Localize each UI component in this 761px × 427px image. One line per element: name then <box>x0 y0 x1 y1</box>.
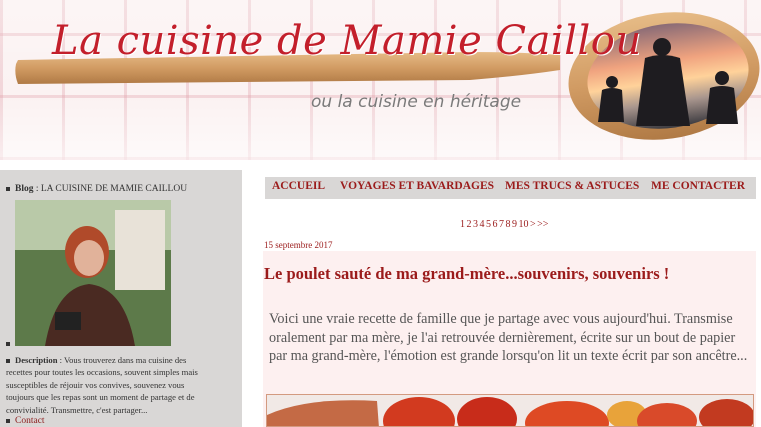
next-page-link[interactable]: > <box>530 219 536 230</box>
sidebar: Blog : LA CUISINE DE MAMIE CAILLOU Descr… <box>0 170 242 427</box>
site-subtitle: ou la cuisine en héritage <box>311 92 522 112</box>
description-label: Description <box>15 355 58 365</box>
nav-item-accueil[interactable]: Accueil <box>272 180 325 192</box>
post-image[interactable] <box>266 394 754 427</box>
contact-link[interactable]: Contact <box>6 416 45 426</box>
author-photo <box>15 200 171 346</box>
bullet-icon <box>6 342 10 346</box>
bullet-icon <box>6 359 10 364</box>
header-banner: La cuisine de Mamie Caillou ou la cuisin… <box>0 0 761 160</box>
author-photo-illustration <box>15 200 171 346</box>
post-date: 15 septembre 2017 <box>264 240 333 250</box>
blog-info: Blog : LA CUISINE DE MAMIE CAILLOU <box>6 184 187 194</box>
page-link-7[interactable]: 7 <box>499 219 504 230</box>
top-navigation: Accueil Voyages et bavardages Mes trucs … <box>265 177 756 199</box>
contact-label[interactable]: Contact <box>15 416 45 426</box>
pagination: 1 2 3 4 5 6 7 8 9 10 > >> <box>460 219 550 230</box>
page-link-1[interactable]: 1 <box>460 219 465 230</box>
bullet-icon <box>6 186 10 191</box>
blog-label: Blog <box>15 184 34 194</box>
last-page-link[interactable]: >> <box>537 219 548 230</box>
nav-item-trucs-astuces[interactable]: Mes trucs & astuces <box>505 180 639 192</box>
page-link-8[interactable]: 8 <box>506 219 511 230</box>
page-link-9[interactable]: 9 <box>512 219 517 230</box>
food-photo-illustration <box>267 395 753 426</box>
page-link-5[interactable]: 5 <box>486 219 491 230</box>
nav-item-voyages[interactable]: Voyages et bavardages <box>340 180 494 192</box>
page-link-2[interactable]: 2 <box>467 219 472 230</box>
bullet-icon <box>6 418 10 423</box>
post-excerpt: Voici une vraie recette de famille que j… <box>269 311 748 365</box>
page-link-3[interactable]: 3 <box>473 219 478 230</box>
blog-description: Description : Vous trouverez dans ma cui… <box>6 354 206 416</box>
page-link-4[interactable]: 4 <box>480 219 485 230</box>
page-link-10[interactable]: 10 <box>519 219 529 230</box>
page-link-6[interactable]: 6 <box>493 219 498 230</box>
site-title[interactable]: La cuisine de Mamie Caillou <box>52 18 642 64</box>
post-title[interactable]: Le poulet sauté de ma grand-mère...souve… <box>264 264 669 284</box>
blog-name: : LA CUISINE DE MAMIE CAILLOU <box>33 184 188 194</box>
nav-item-contacter[interactable]: Me contacter <box>651 180 745 192</box>
